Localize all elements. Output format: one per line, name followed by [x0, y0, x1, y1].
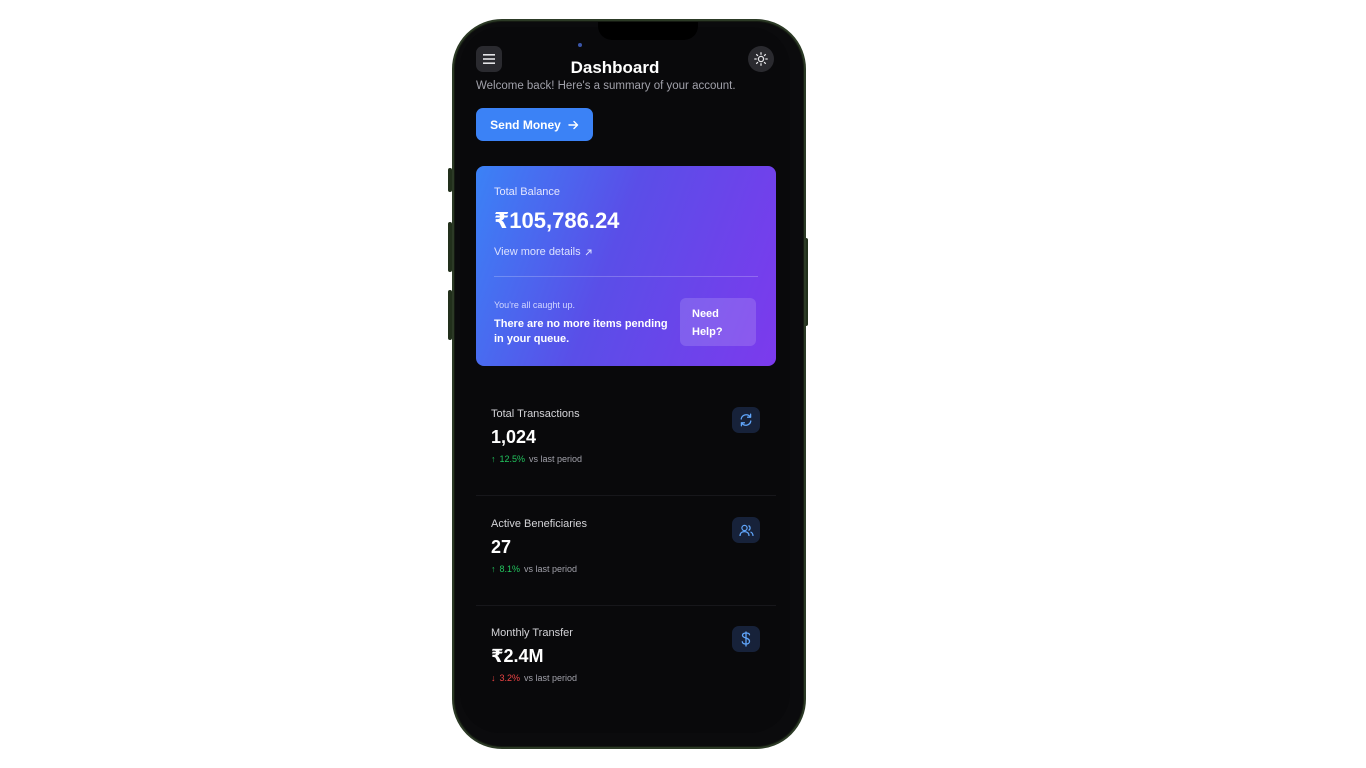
phone-notch: [598, 22, 698, 40]
stat-label: Active Beneficiaries: [491, 518, 587, 530]
stat-card-transactions: Total Transactions 1,024 ↑ 12.5% vs last…: [476, 392, 776, 496]
balance-amount: ₹105,786.24: [494, 208, 620, 233]
stat-icon-badge: [732, 626, 760, 652]
external-link-icon: [585, 249, 592, 255]
arrow-down-icon: ↓: [491, 673, 496, 683]
stat-value: 27: [491, 537, 512, 557]
arrow-up-icon: ↑: [491, 564, 496, 574]
caught-up-text: You're all caught up.: [494, 300, 575, 310]
camera-dot: [578, 43, 582, 47]
stat-change-value: 8.1%: [499, 564, 521, 574]
stat-change-suffix: vs last period: [524, 564, 578, 574]
stat-change-value: 3.2%: [499, 673, 521, 683]
stat-value: 1,024: [491, 427, 537, 447]
stat-change-suffix: vs last period: [524, 673, 578, 683]
stat-icon-badge: [732, 517, 760, 543]
dollar-icon: [741, 631, 751, 647]
arrow-right-icon: [568, 120, 579, 129]
stat-change: ↑ 8.1% vs last period: [491, 564, 577, 574]
view-details-link[interactable]: View more details: [494, 246, 592, 258]
stat-change: ↑ 12.5% vs last period: [491, 454, 582, 464]
theme-toggle-button[interactable]: [748, 46, 774, 72]
stat-icon-badge: [732, 407, 760, 433]
refresh-icon: [740, 413, 752, 427]
page-subtitle: Welcome back! Here's a summary of your a…: [476, 80, 736, 92]
stat-label: Monthly Transfer: [491, 627, 573, 639]
need-help-button[interactable]: Need Help?: [680, 298, 756, 346]
stat-value: ₹2.4M: [491, 646, 544, 666]
stat-card-monthly-transfer: Monthly Transfer ₹2.4M ↓ 3.2% vs last pe…: [476, 611, 776, 715]
stat-card-beneficiaries: Active Beneficiaries 27 ↑ 8.1% vs last p…: [476, 502, 776, 606]
sun-icon: [754, 52, 768, 66]
arrow-up-icon: ↑: [491, 454, 496, 464]
stat-label: Total Transactions: [491, 408, 580, 420]
balance-label: Total Balance: [494, 186, 561, 198]
send-money-button[interactable]: Send Money: [476, 108, 593, 141]
card-divider: [494, 276, 758, 277]
page-title: Dashboard: [570, 58, 660, 74]
users-icon: [738, 524, 754, 536]
queue-message: There are no more items pending in your …: [494, 318, 668, 345]
stat-change-suffix: vs last period: [529, 454, 583, 464]
stat-change: ↓ 3.2% vs last period: [491, 673, 577, 683]
balance-card: Total Balance ₹105,786.24 View more deta…: [476, 166, 776, 366]
menu-icon: [483, 54, 495, 64]
stat-change-value: 12.5%: [499, 454, 526, 464]
send-money-label: Send Money: [490, 117, 561, 132]
view-details-label: View more details: [494, 246, 581, 258]
menu-button[interactable]: [476, 46, 502, 72]
